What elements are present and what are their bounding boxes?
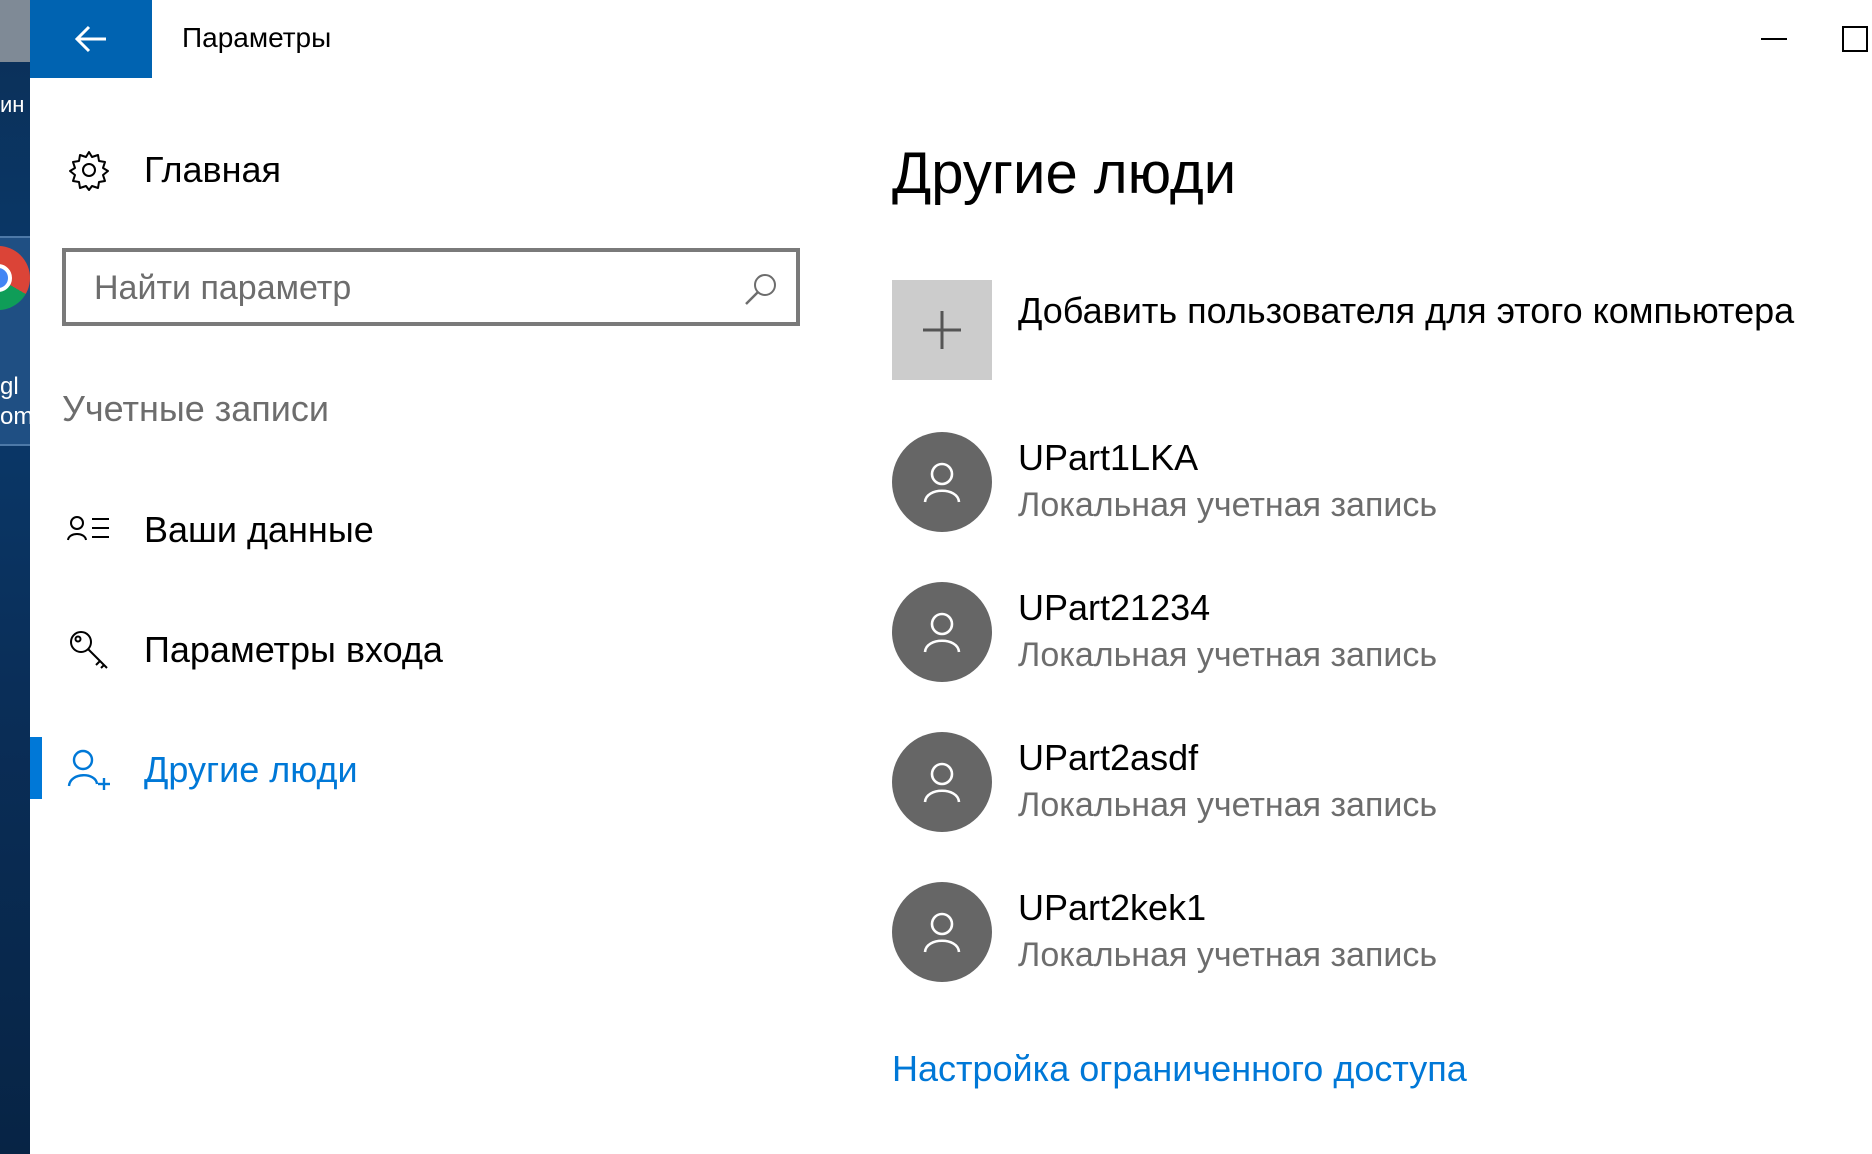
user-list-item[interactable]: UPart2asdf Локальная учетная запись — [892, 732, 1437, 832]
person-icon — [923, 912, 961, 953]
contact-info-icon — [64, 505, 114, 555]
search-box — [62, 248, 800, 326]
user-account-type: Локальная учетная запись — [1018, 636, 1438, 674]
restricted-access-link[interactable]: Настройка ограниченного доступа — [892, 1048, 1467, 1090]
add-user-label: Добавить пользователя для этого компьюте… — [1018, 290, 1795, 331]
gear-icon — [64, 145, 114, 195]
sidebar-item-label: Ваши данные — [144, 509, 374, 550]
avatar — [892, 882, 992, 982]
desktop-icon-label-partial: ин — [0, 92, 25, 117]
user-list-item[interactable]: UPart21234 Локальная учетная запись — [892, 582, 1437, 682]
minimize-button[interactable] — [1724, 0, 1824, 78]
sidebar-item-your-info[interactable]: Ваши данные — [64, 500, 374, 560]
plus-icon — [923, 311, 961, 349]
avatar — [892, 432, 992, 532]
desktop-chrome-label-partial: gl om — [0, 372, 30, 432]
title-bar: Параметры — [30, 0, 1872, 78]
search-icon[interactable] — [742, 270, 780, 308]
person-icon — [923, 762, 961, 803]
user-text: UPart2kek1 Локальная учетная запись — [1018, 885, 1437, 979]
user-name: UPart1LKA — [1018, 437, 1199, 478]
desktop-background: ин gl om — [0, 0, 30, 1154]
user-list-item[interactable]: UPart2kek1 Локальная учетная запись — [892, 882, 1437, 982]
minimize-icon — [1761, 38, 1787, 40]
window-title: Параметры — [182, 22, 332, 53]
desktop-icon-partial[interactable] — [0, 0, 30, 62]
search-input[interactable] — [92, 262, 716, 314]
user-account-type: Локальная учетная запись — [1018, 936, 1438, 974]
user-name: UPart21234 — [1018, 587, 1211, 628]
avatar — [892, 582, 992, 682]
desktop-label-line-2: om — [0, 403, 30, 430]
sidebar-item-other-people[interactable]: Другие люди — [64, 740, 358, 800]
section-label-accounts: Учетные записи — [62, 388, 329, 429]
add-user-tile — [892, 280, 992, 380]
user-name: UPart2asdf — [1018, 737, 1199, 778]
key-icon — [64, 625, 114, 675]
nav-home-label: Главная — [144, 149, 282, 190]
user-account-type: Локальная учетная запись — [1018, 486, 1438, 524]
user-account-type: Локальная учетная запись — [1018, 786, 1438, 824]
add-person-icon — [64, 745, 114, 795]
settings-window: Параметры Главная Найти параметр Учетные… — [30, 0, 1872, 1154]
page-title: Другие люди — [892, 141, 1237, 206]
maximize-icon — [1842, 26, 1868, 52]
nav-home[interactable]: Главная — [64, 140, 281, 200]
add-user-button[interactable]: Добавить пользователя для этого компьюте… — [892, 280, 1794, 380]
maximize-button[interactable] — [1842, 0, 1872, 78]
sidebar-item-sign-in-options[interactable]: Параметры входа — [64, 620, 443, 680]
user-name: UPart2kek1 — [1018, 887, 1207, 928]
person-icon — [923, 462, 961, 503]
user-text: UPart1LKA Локальная учетная запись — [1018, 435, 1437, 529]
active-indicator — [30, 737, 42, 799]
user-list-item[interactable]: UPart1LKA Локальная учетная запись — [892, 432, 1437, 532]
sidebar-item-label: Другие люди — [144, 749, 358, 790]
desktop-label-line-1: gl — [0, 373, 19, 400]
sidebar-item-label: Параметры входа — [144, 629, 443, 670]
user-text: UPart21234 Локальная учетная запись — [1018, 585, 1437, 679]
back-button[interactable] — [30, 0, 152, 78]
user-text: UPart2asdf Локальная учетная запись — [1018, 735, 1437, 829]
screen: ин gl om Параметры Главная Найти парамет… — [0, 0, 1872, 1154]
back-arrow-icon — [74, 25, 106, 53]
person-icon — [923, 612, 961, 653]
avatar — [892, 732, 992, 832]
